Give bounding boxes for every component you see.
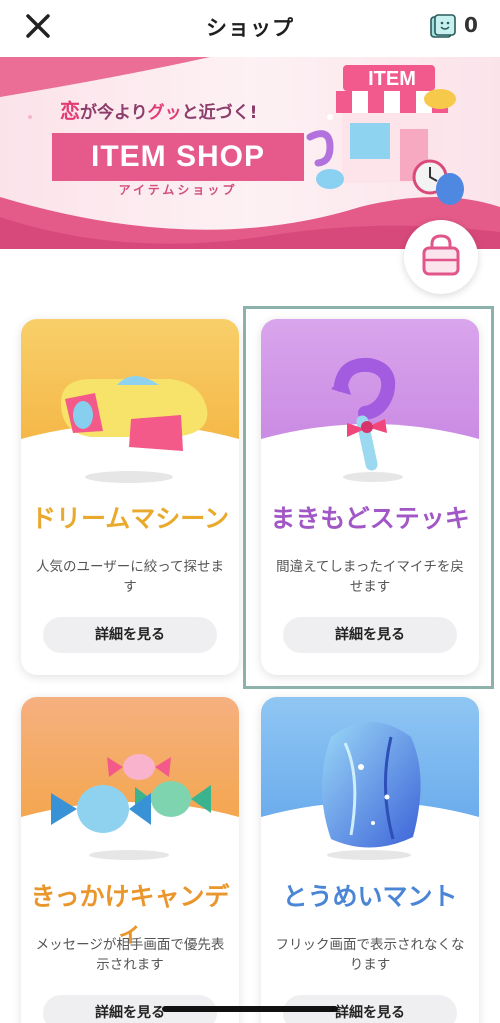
tagline-part1: が今より [80,103,148,123]
item-name: とうめいマント [282,882,458,911]
tagline-part2: と近づく! [181,103,258,123]
dream-machine-illustration [21,319,239,489]
item-name: まきもどステッキ [270,504,470,533]
home-indicator[interactable] [162,1006,338,1012]
shop-sign-text: ITEM [368,68,416,90]
page-title: ショップ [206,16,294,40]
item-name: ドリームマシーン [30,504,229,533]
invisible-cloak-illustration [261,697,479,867]
ticket-count: 0 [464,13,478,37]
top-bar: ショップ 0 [0,0,500,54]
rewind-stick-illustration [261,319,479,489]
item-card-dream-machine[interactable]: ドリームマシーン 人気のユーザーに絞って探せます 詳細を見る [21,319,239,675]
item-card-trigger-candy[interactable]: きっかけキャンディ メッセージが相手画面で優先表示されます 詳細を見る [21,697,239,1023]
item-card-rewind-stick[interactable]: まきもどステッキ 間違えてしまったイマイチを戻せます 詳細を見る [261,319,479,675]
banner-title: ITEM SHOP [34,133,322,181]
tagline-gu: グッ [147,103,182,123]
ticket-icon [430,14,456,38]
tagline-love: 恋 [60,99,80,123]
details-button[interactable]: 詳細を見る [283,617,457,653]
banner-subtitle: アイテムショップ [118,183,238,197]
banner-tagline: 恋が今よりグッと近づく! [60,95,257,124]
item-description: 人気のユーザーに絞って探せます [35,559,225,595]
item-description: 間違えてしまったイマイチを戻せます [276,559,464,595]
item-card-invisible-cloak[interactable]: とうめいマント フリック画面で表示されなくなります 詳細を見る [261,697,479,1023]
trigger-candy-illustration [21,697,239,867]
shopping-bag-icon [422,234,460,276]
shopping-bag-button[interactable] [404,220,478,294]
details-button[interactable]: 詳細を見る [43,617,217,653]
item-description: メッセージが相手画面で優先表示されます [35,937,225,973]
item-description: フリック画面で表示されなくなります [275,937,465,973]
